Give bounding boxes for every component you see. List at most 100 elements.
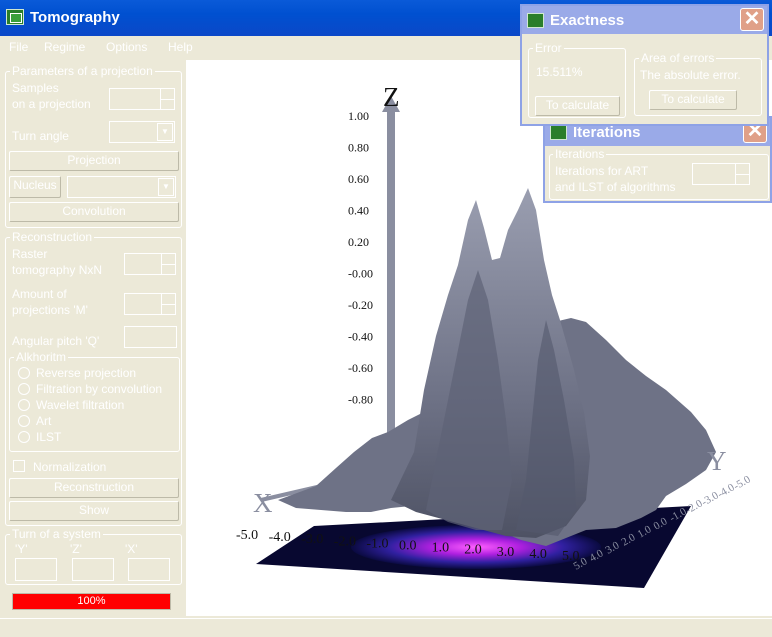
reconstruction-group-label: Reconstruction xyxy=(10,230,95,244)
table-icon xyxy=(550,125,567,140)
projection-button[interactable]: Projection xyxy=(9,151,179,171)
angular-pitch-label: Angular pitch 'Q' xyxy=(12,334,100,348)
angular-pitch-field[interactable] xyxy=(124,326,177,348)
iterations-window: Iterations ✕ Iterations Iterations for A… xyxy=(543,116,772,203)
spinner-arrows-icon[interactable] xyxy=(161,294,176,314)
menu-file[interactable]: File xyxy=(9,40,28,54)
chevron-down-icon[interactable]: ▼ xyxy=(157,123,173,141)
progress-bar: 100% xyxy=(12,593,171,610)
radio-art[interactable] xyxy=(18,415,30,427)
z-tick-label: -0.00 xyxy=(348,267,373,281)
calculate-error-button[interactable]: To calculate xyxy=(535,96,620,116)
x-tick-label: -5.0 xyxy=(236,528,258,543)
z-tick-label: -0.60 xyxy=(348,361,373,375)
menu-regime[interactable]: Regime xyxy=(44,40,85,54)
z-tick-label: 0.40 xyxy=(348,204,369,218)
turn-z-label: 'Z' xyxy=(70,542,82,556)
exactness-window: Exactness ✕ Error 15.511% To calculate A… xyxy=(520,4,769,126)
turn-y-field[interactable] xyxy=(15,558,57,581)
x-tick-label: -4.0 xyxy=(269,530,291,545)
z-tick-label: -0.40 xyxy=(348,330,373,344)
radio-ilst[interactable] xyxy=(18,431,30,443)
radio-label: Wavelet filtration xyxy=(36,398,125,412)
reconstruction-button[interactable]: Reconstruction xyxy=(9,478,179,498)
z-tick-label: 0.60 xyxy=(348,172,369,186)
chevron-down-icon[interactable]: ▼ xyxy=(158,178,174,196)
status-bar xyxy=(0,618,772,637)
projections-spinner[interactable] xyxy=(124,293,176,315)
x-tick-label: 3.0 xyxy=(497,545,515,560)
radio-label: Reverse projection xyxy=(36,366,137,380)
turn-angle-label: Turn angle xyxy=(12,129,69,143)
area-of-errors-label: Area of errors xyxy=(639,51,717,65)
x-tick-label: 4.0 xyxy=(529,547,547,562)
x-tick-label: 0.0 xyxy=(399,539,417,554)
x-axis-label: X xyxy=(253,488,273,518)
z-axis-line xyxy=(387,110,395,468)
radio-label: ILST xyxy=(36,430,62,444)
z-tick-group: 1.00 0.80 0.60 0.40 0.20 -0.00 -0.20 -0.40 -0.60… xyxy=(348,109,373,407)
iterations-label: Iterations for ART xyxy=(555,164,649,178)
menu-options[interactable]: Options xyxy=(106,40,147,54)
progress-text: 100% xyxy=(77,595,106,607)
main-window: Tomography File Regime Options Help Para… xyxy=(0,0,772,637)
x-tick-label: -3.0 xyxy=(301,532,323,547)
radio-wavelet-filtration[interactable] xyxy=(18,399,30,411)
radio-filtration-convolution[interactable] xyxy=(18,383,30,395)
x-tick-label: -1.0 xyxy=(366,536,388,551)
x-tick-label: 2.0 xyxy=(464,543,482,558)
error-value: 15.511% xyxy=(536,65,583,79)
nucleus-select[interactable]: ▼ xyxy=(67,176,176,198)
iterations-group-label: Iterations xyxy=(553,147,607,161)
exactness-title: Exactness xyxy=(550,12,625,29)
raster-label: Raster xyxy=(12,247,48,261)
convolution-button[interactable]: Convolution xyxy=(9,202,179,222)
radio-label: Filtration by convolution xyxy=(36,382,163,396)
samples-spinner[interactable] xyxy=(109,88,175,110)
radio-label: Art xyxy=(36,414,52,428)
normalization-label: Normalization xyxy=(33,460,107,474)
normalization-checkbox[interactable] xyxy=(13,460,25,472)
spinner-arrows-icon[interactable] xyxy=(161,254,176,274)
z-tick-label: -0.80 xyxy=(348,393,373,407)
y-tick-label: -5.0 xyxy=(732,473,754,492)
table-icon xyxy=(527,13,544,28)
turn-system-group-label: Turn of a system xyxy=(10,527,103,541)
calculate-area-button[interactable]: To calculate xyxy=(649,90,737,110)
iterations-title: Iterations xyxy=(573,124,641,141)
spinner-arrows-icon[interactable] xyxy=(160,89,175,109)
table-icon xyxy=(6,9,24,25)
algorithm-group-label: Alkhoritm xyxy=(14,350,69,364)
exactness-title-bar[interactable]: Exactness ✕ xyxy=(522,6,767,34)
iterations-spinner[interactable] xyxy=(692,163,750,185)
window-title: Tomography xyxy=(30,9,120,26)
x-tick-label: -2.0 xyxy=(334,534,356,549)
z-tick-label: -0.20 xyxy=(348,298,373,312)
turn-angle-select[interactable]: ▼ xyxy=(109,121,175,143)
y-axis-label: Y xyxy=(707,446,727,476)
samples-label: Samples xyxy=(12,81,59,95)
area-of-errors-text: The absolute error. xyxy=(640,68,741,82)
show-button[interactable]: Show xyxy=(9,501,179,521)
error-group-label: Error xyxy=(533,41,564,55)
menu-help[interactable]: Help xyxy=(168,40,193,54)
turn-x-label: 'X' xyxy=(125,542,138,556)
nucleus-button[interactable]: Nucleus xyxy=(9,176,61,198)
spinner-arrows-icon[interactable] xyxy=(735,164,750,184)
z-axis-label: Z xyxy=(383,82,400,112)
amount-label: Amount of xyxy=(12,287,67,301)
z-tick-label: 1.00 xyxy=(348,109,369,123)
radio-reverse-projection[interactable] xyxy=(18,367,30,379)
amount-label-2: projections 'M' xyxy=(12,303,88,317)
projection-group-label: Parameters of a projection xyxy=(10,64,155,78)
iterations-label-2: and ILST of algorithms xyxy=(555,180,676,194)
z-tick-label: 0.20 xyxy=(348,235,369,249)
raster-label-2: tomography NxN xyxy=(12,263,103,277)
turn-x-field[interactable] xyxy=(128,558,170,581)
samples-label-2: on a projection xyxy=(12,97,91,111)
z-tick-label: 0.80 xyxy=(348,141,369,155)
turn-z-field[interactable] xyxy=(72,558,114,581)
raster-spinner[interactable] xyxy=(124,253,176,275)
x-tick-label: 1.0 xyxy=(432,541,450,556)
close-icon[interactable]: ✕ xyxy=(740,8,764,31)
